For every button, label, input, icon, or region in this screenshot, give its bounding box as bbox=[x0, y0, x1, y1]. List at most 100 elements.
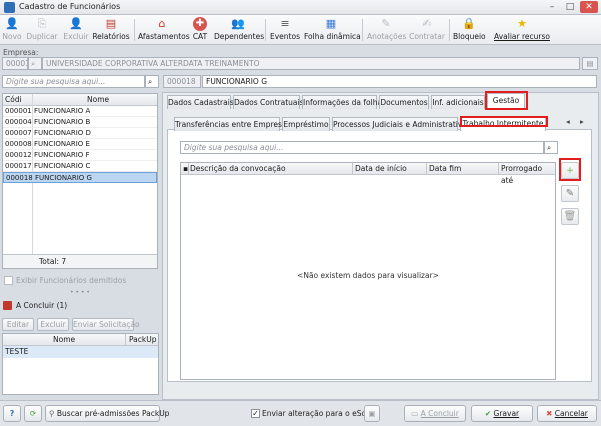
duplicar-button[interactable]: ⎘ Duplicar bbox=[26, 15, 58, 45]
column-divider bbox=[498, 163, 499, 175]
convocation-grid: ▪ Descrição da convocação Data de início… bbox=[180, 162, 556, 380]
company-search-icon[interactable]: ⌕ bbox=[28, 57, 42, 70]
bloqueio-button[interactable]: 🔒 Bloqueio bbox=[453, 15, 486, 45]
home-icon: ⌂ bbox=[158, 17, 166, 30]
col-packup-header[interactable]: PackUp bbox=[129, 334, 157, 346]
novo-button[interactable]: 👤 Novo bbox=[0, 15, 24, 45]
tab-documentos[interactable]: Documentos bbox=[379, 95, 429, 109]
folha-dinamica-button[interactable]: ▦ Folha dinâmica bbox=[304, 15, 361, 45]
company-label: Empresa: bbox=[3, 48, 39, 57]
list-item[interactable]: TESTE bbox=[3, 346, 158, 358]
excluir-button[interactable]: 👤 Excluir bbox=[62, 15, 90, 45]
employee-total: Total: 7 bbox=[3, 254, 157, 268]
column-divider bbox=[426, 163, 427, 175]
avaliar-recurso-button[interactable]: ★ Avaliar recurso bbox=[494, 15, 550, 45]
close-button[interactable]: ✕ bbox=[580, 1, 598, 13]
table-row[interactable]: 000012 FUNCIONARIO F bbox=[3, 150, 157, 161]
employee-name-field[interactable]: FUNCIONARIO G bbox=[202, 75, 597, 88]
pending-list-header: Nome PackUp bbox=[3, 334, 158, 346]
company-options-icon[interactable]: ▤ bbox=[582, 57, 598, 70]
maximize-button[interactable]: □ bbox=[561, 1, 579, 13]
col-nome-header[interactable]: Nome bbox=[53, 334, 75, 346]
binoculars-icon: ⚲ bbox=[49, 409, 55, 418]
anotacoes-button[interactable]: ✎ Anotações bbox=[367, 15, 406, 45]
col-data-inicio-header[interactable]: Data de início bbox=[355, 163, 407, 175]
col-prorrogado-header[interactable]: Prorrogado até bbox=[501, 163, 555, 187]
check-icon: ✔ bbox=[484, 409, 492, 418]
delete-record-button[interactable]: 🗑 bbox=[561, 208, 579, 225]
subtab-transferencias[interactable]: Transferências entre Empresas bbox=[174, 117, 290, 131]
minimize-button[interactable]: – bbox=[543, 1, 561, 13]
col-data-fim-header[interactable]: Data fim bbox=[429, 163, 461, 175]
col-descricao-header[interactable]: Descrição da convocação bbox=[190, 163, 286, 175]
cancelar-button[interactable]: ✖ Cancelar bbox=[537, 405, 597, 422]
events-icon: ≡ bbox=[280, 17, 290, 30]
tab-inf-adicionais[interactable]: Inf. adicionais bbox=[431, 95, 485, 109]
tab-dados-cadastrais[interactable]: Dados Cadastrais bbox=[167, 95, 234, 109]
gravar-button[interactable]: ✔ Gravar bbox=[471, 405, 533, 422]
contract-icon: ✍ bbox=[422, 17, 432, 30]
scroll-left-icon[interactable]: ◂ bbox=[566, 117, 570, 126]
employee-list: Códi Nome 000001 FUNCIONARIO A 000004 FUNC… bbox=[2, 93, 158, 269]
tab-informacoes-folha[interactable]: Informações da folha bbox=[302, 95, 382, 109]
esocial-icon: ▣ bbox=[368, 409, 376, 418]
subtab-processos[interactable]: Processos Judiciais e Administrativos bbox=[332, 117, 471, 131]
grid-search-input[interactable]: Digite sua pesquisa aqui... bbox=[180, 141, 544, 154]
table-row[interactable]: 000017 FUNCIONARIO C bbox=[3, 161, 157, 172]
enviar-esocial-checkbox[interactable]: ✓ bbox=[251, 409, 260, 418]
eventos-button[interactable]: ≡ Eventos bbox=[270, 15, 300, 45]
employee-list-header: Códi Nome bbox=[3, 94, 157, 106]
highlight-box bbox=[460, 116, 548, 127]
toolbar-separator bbox=[362, 19, 363, 41]
relatorios-button[interactable]: ▤ Relatórios bbox=[92, 15, 130, 45]
table-row[interactable]: 000008 FUNCIONARIO E bbox=[3, 139, 157, 150]
lock-icon: 🔒 bbox=[462, 17, 476, 30]
report-icon: ▤ bbox=[105, 17, 117, 30]
notes-icon: ✎ bbox=[381, 17, 391, 30]
subtab-emprestimo[interactable]: Empréstimo bbox=[282, 117, 330, 131]
toolbar-separator bbox=[265, 19, 266, 41]
show-dismissed-label: Exibir Funcionários demitidos bbox=[16, 276, 127, 285]
splitter-handle[interactable]: • • • • bbox=[70, 289, 90, 296]
col-name-header[interactable]: Nome bbox=[87, 94, 109, 106]
tab-dados-contratuais[interactable]: Dados Contratuais bbox=[233, 95, 304, 109]
excluir-pending-button[interactable]: Excluir bbox=[37, 318, 69, 331]
afastamentos-button[interactable]: ⌂ Afastamentos bbox=[138, 15, 190, 45]
scroll-right-icon[interactable]: ▸ bbox=[580, 117, 584, 126]
star-icon: ★ bbox=[517, 17, 527, 30]
esocial-options-button[interactable]: ▣ bbox=[364, 405, 380, 422]
col-code-header[interactable]: Códi bbox=[5, 94, 22, 106]
editar-button[interactable]: Editar bbox=[2, 318, 34, 331]
pending-list: Nome PackUp TESTE bbox=[2, 333, 159, 395]
search-icon[interactable]: ⌕ bbox=[145, 75, 159, 88]
help-button[interactable]: ? bbox=[3, 405, 21, 422]
table-row-selected[interactable]: 000018 FUNCIONARIO G bbox=[3, 172, 157, 183]
table-row[interactable]: 000004 FUNCIONARIO B bbox=[3, 117, 157, 128]
toolbar-separator bbox=[449, 19, 450, 41]
employee-code-field: 000018 bbox=[163, 75, 201, 88]
company-code-field[interactable]: 00001 bbox=[2, 57, 28, 70]
buscar-packup-button[interactable]: ⚲ Buscar pré-admissões PackUp bbox=[45, 405, 169, 422]
new-user-icon: 👤 bbox=[5, 17, 19, 30]
edit-record-button[interactable]: ✎ bbox=[561, 185, 579, 202]
search-icon[interactable]: ⌕ bbox=[544, 141, 558, 154]
concluir-button[interactable]: ▭ A Concluir bbox=[404, 405, 466, 422]
medical-cross-icon: ✚ bbox=[193, 17, 207, 31]
table-row[interactable]: 000007 FUNCIONARIO D bbox=[3, 128, 157, 139]
cat-button[interactable]: ✚ CAT bbox=[188, 15, 212, 45]
monitor-icon: ▭ bbox=[411, 409, 419, 418]
employee-search-input[interactable]: Digite sua pesquisa aqui... bbox=[2, 75, 145, 88]
refresh-icon: ⟳ bbox=[29, 409, 37, 418]
toolbar-separator bbox=[134, 19, 135, 41]
highlight-box bbox=[559, 158, 581, 181]
pencil-icon: ✎ bbox=[565, 188, 575, 199]
dependentes-button[interactable]: 👥 Dependentes bbox=[214, 15, 264, 45]
refresh-button[interactable]: ⟳ bbox=[24, 405, 42, 422]
table-row[interactable]: 000001 FUNCIONARIO A bbox=[3, 106, 157, 117]
show-dismissed-checkbox[interactable] bbox=[4, 276, 13, 285]
company-name-field[interactable]: UNIVERSIDADE CORPORATIVA ALTERDATA TREIN… bbox=[42, 57, 580, 70]
enviar-solicitacao-button[interactable]: Enviar Solicitação bbox=[72, 318, 140, 331]
contratar-button[interactable]: ✍ Contratar bbox=[409, 15, 445, 45]
column-divider bbox=[352, 163, 353, 175]
pending-title: A Concluir (1) bbox=[16, 301, 68, 310]
